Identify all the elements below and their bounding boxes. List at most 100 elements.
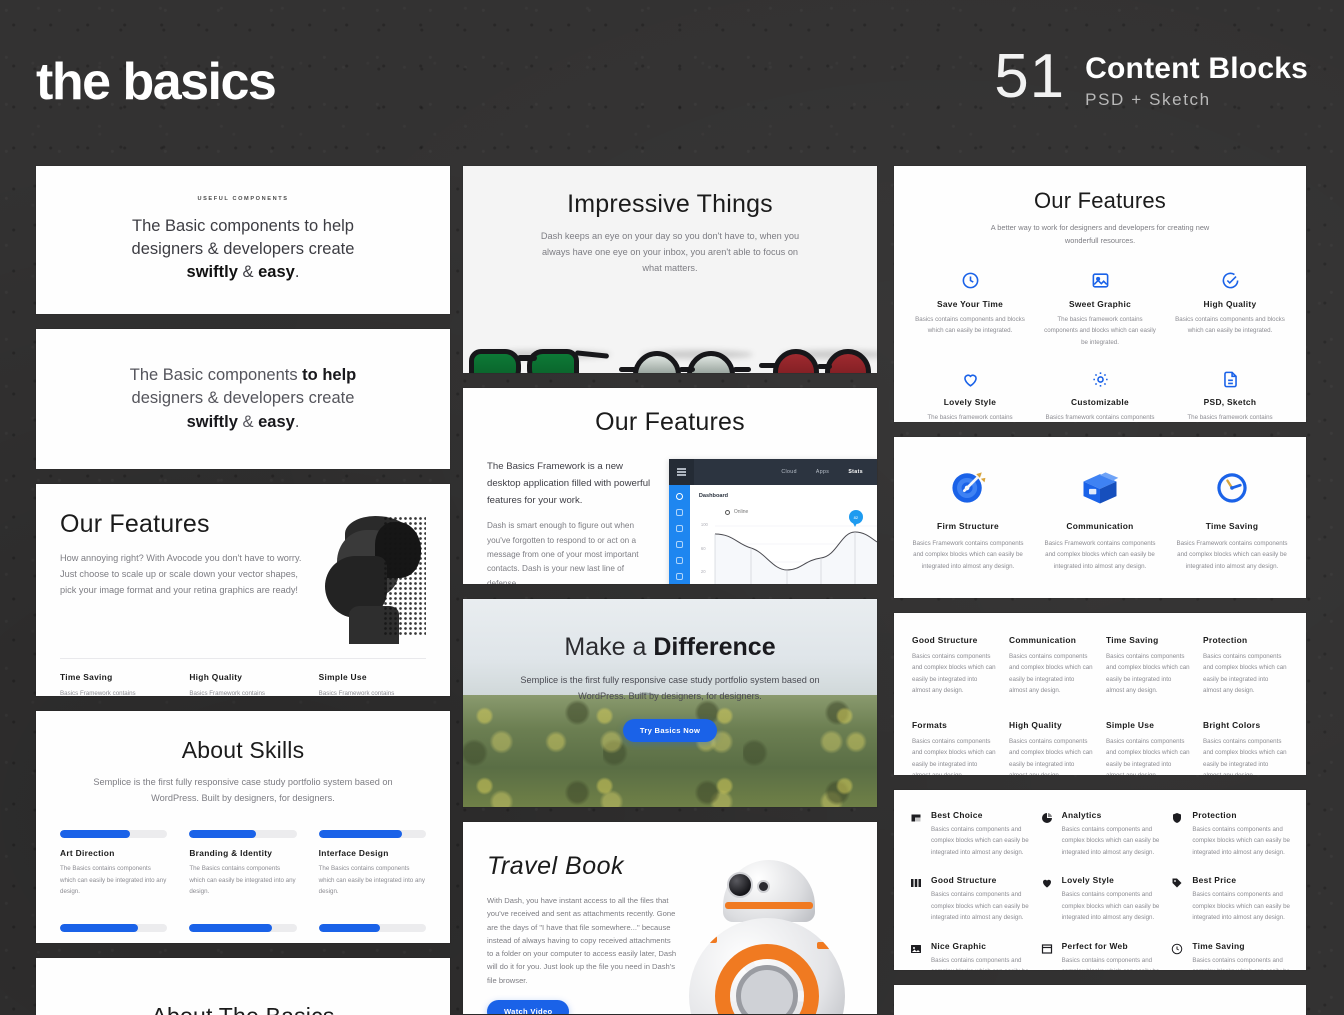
card-about-basics[interactable]: About The Basics <box>36 958 450 1015</box>
feature-label: Lovely Style <box>943 397 997 408</box>
card-title: Our Features <box>60 510 210 538</box>
card-partial-about[interactable]: About The Basics <box>894 985 1306 1015</box>
sidebar-icon-calendar[interactable] <box>675 541 683 548</box>
legend-marker-icon <box>724 509 730 515</box>
feature-text: Basics Framework contains components and… <box>1044 540 1156 570</box>
sidebar-icon-edit[interactable] <box>675 525 683 532</box>
card-title: Make a Difference <box>463 633 877 662</box>
feature-label: Customizable <box>1070 397 1130 408</box>
skill-label: HTML/CSS <box>189 942 296 943</box>
grid-text: Basics contains components and complex b… <box>912 653 996 695</box>
grid-item: Formats Basics contains components and co… <box>912 720 997 775</box>
feature-item: Customizable Basics framework contains c… <box>1042 368 1158 422</box>
intro-alt-plain: The Basic components <box>129 365 303 384</box>
grid-text: Basics contains components and complex b… <box>1203 653 1287 695</box>
card-features-three[interactable]: Firm Structure Basics Framework contains… <box>894 437 1306 598</box>
grid-label: Good Structure <box>912 635 978 645</box>
check-circle-icon <box>1172 270 1288 292</box>
card-subtitle: Semplice is the first fully responsive c… <box>520 675 820 702</box>
feature-text: Basics Framework contains components and… <box>1176 540 1288 570</box>
card-our-features-dashboard[interactable]: Our Features The Basics Framework is a n… <box>463 388 877 584</box>
progress-fill <box>318 830 403 839</box>
feature-text: Basics Framework contains components and… <box>60 690 136 696</box>
list-label: Best Price <box>1192 875 1237 886</box>
feature-column: Simple Use Basics Framework contains com… <box>319 672 426 696</box>
list-label: Perfect for Web <box>1061 940 1128 951</box>
intro-alt-text: The Basic components to help designers &… <box>130 364 357 434</box>
try-basics-button[interactable]: Try Basics Now <box>622 719 718 743</box>
feature-item: Firm Structure Basics Framework contains… <box>910 463 1026 572</box>
intro-alt-bold: to help <box>302 365 357 384</box>
feature-text: The basics framework contains components… <box>1187 414 1273 422</box>
feature-paragraph-1: The Basics Framework is a new desktop ap… <box>487 461 651 506</box>
intro-amp: & <box>242 262 254 281</box>
progress-bar <box>318 923 426 932</box>
chart-svg <box>714 525 877 584</box>
list-item: Nice Graphic Basics contains components a… <box>910 941 1029 970</box>
card-about-skills[interactable]: About Skills Semplice is the first fully… <box>36 711 450 943</box>
feature-columns: Time Saving Basics Framework contains co… <box>60 672 426 696</box>
card-make-a-difference[interactable]: Make a Difference Semplice is the first … <box>463 599 877 807</box>
feature-label: PSD, Sketch <box>1203 397 1257 408</box>
card-title: Impressive Things <box>567 190 773 218</box>
dashboard-nav-stats[interactable]: Stats <box>848 469 863 475</box>
card-travel-book[interactable]: Travel Book With Dash, you have instant … <box>463 822 877 1014</box>
briefcase-icon <box>910 810 923 858</box>
features-three-grid: Firm Structure Basics Framework contains… <box>910 463 1290 572</box>
feature-text: The basics framework contains components… <box>927 414 1013 422</box>
progress-fill <box>60 830 130 839</box>
eyebrow-label: USEFUL COMPONENTS <box>197 196 289 203</box>
watch-video-button[interactable]: Watch Video <box>487 999 570 1014</box>
card-features-six[interactable]: Our Features A better way to work for de… <box>894 166 1306 422</box>
shield-icon <box>1171 810 1184 858</box>
target-icon <box>910 463 1026 511</box>
skill-label: Java Script <box>319 942 426 943</box>
card-intro-alt[interactable]: The Basic components to help designers &… <box>36 329 450 469</box>
clock-icon <box>1171 941 1184 970</box>
list-text: Basics contains components and complex b… <box>1061 956 1160 970</box>
dashboard-nav-cloud[interactable]: Cloud <box>781 469 797 475</box>
header-subtitle: PSD + Sketch <box>1085 90 1211 109</box>
feature-text: The basics framework contains components… <box>1044 315 1156 346</box>
grid-item: Simple Use Basics contains components and… <box>1106 720 1191 775</box>
intro-alt-amp: & <box>242 412 254 431</box>
grid-item: Time Saving Basics contains components an… <box>1106 635 1191 697</box>
dashboard-preview[interactable]: Cloud Apps Stats Dashboard Online 100 60… <box>668 459 877 584</box>
card-our-features[interactable]: Our Features How annoying right? With Av… <box>36 484 450 696</box>
sidebar-icon-dashboard[interactable] <box>675 493 683 500</box>
skill-item: Art Direction The Basics contains compon… <box>60 830 168 897</box>
grid-label: Formats <box>912 719 948 730</box>
card-body: How annoying right? With Avocode you don… <box>60 553 302 596</box>
tag-icon <box>1171 875 1184 923</box>
grid-label: Communication <box>1009 635 1077 645</box>
intro-alt-line-1: The Basic components to help <box>130 364 357 387</box>
feature-item: Save Your Time Basics contains component… <box>912 270 1028 348</box>
grid-text: Basics contains components and complex b… <box>1203 737 1287 775</box>
hamburger-icon[interactable] <box>668 459 694 485</box>
clock-icon <box>1174 463 1290 511</box>
skill-item: Wordpress The Basics contains components… <box>60 923 168 943</box>
feature-label: Firm Structure <box>937 521 999 531</box>
dashboard-chart: 100 60 20 0 <box>699 510 877 584</box>
list-text: Basics contains components and complex b… <box>1061 891 1160 922</box>
progress-fill <box>60 923 139 932</box>
skill-item: Java Script The Basics contains componen… <box>318 923 426 943</box>
skill-label: Interface Design <box>318 848 389 859</box>
progress-bar <box>60 923 168 932</box>
card-grid-eight[interactable]: Good Structure Basics contains components… <box>894 613 1306 775</box>
dashboard-nav-apps[interactable]: Apps <box>816 469 829 475</box>
card-impressive-things[interactable]: Impressive Things Dash keeps an eye on y… <box>463 166 877 373</box>
grid-item: High Quality Basics contains components a… <box>1009 720 1094 775</box>
feature-text: Basics contains components and blocks wh… <box>915 315 1025 335</box>
dashboard-sidebar <box>668 485 690 584</box>
intro-bold-b: easy <box>258 262 295 281</box>
sidebar-icon-file[interactable] <box>675 557 683 564</box>
sidebar-icon-chat[interactable] <box>675 573 683 580</box>
sidebar-icon-user[interactable] <box>675 509 683 516</box>
progress-fill <box>318 923 380 932</box>
card-list-nine[interactable]: Best Choice Basics contains components an… <box>894 790 1306 970</box>
y-tick: 20 <box>700 569 706 575</box>
card-intro[interactable]: USEFUL COMPONENTS The Basic components t… <box>36 166 450 314</box>
skill-text: The Basics contains components which can… <box>318 865 425 896</box>
list-item: Best Choice Basics contains components an… <box>910 810 1029 858</box>
